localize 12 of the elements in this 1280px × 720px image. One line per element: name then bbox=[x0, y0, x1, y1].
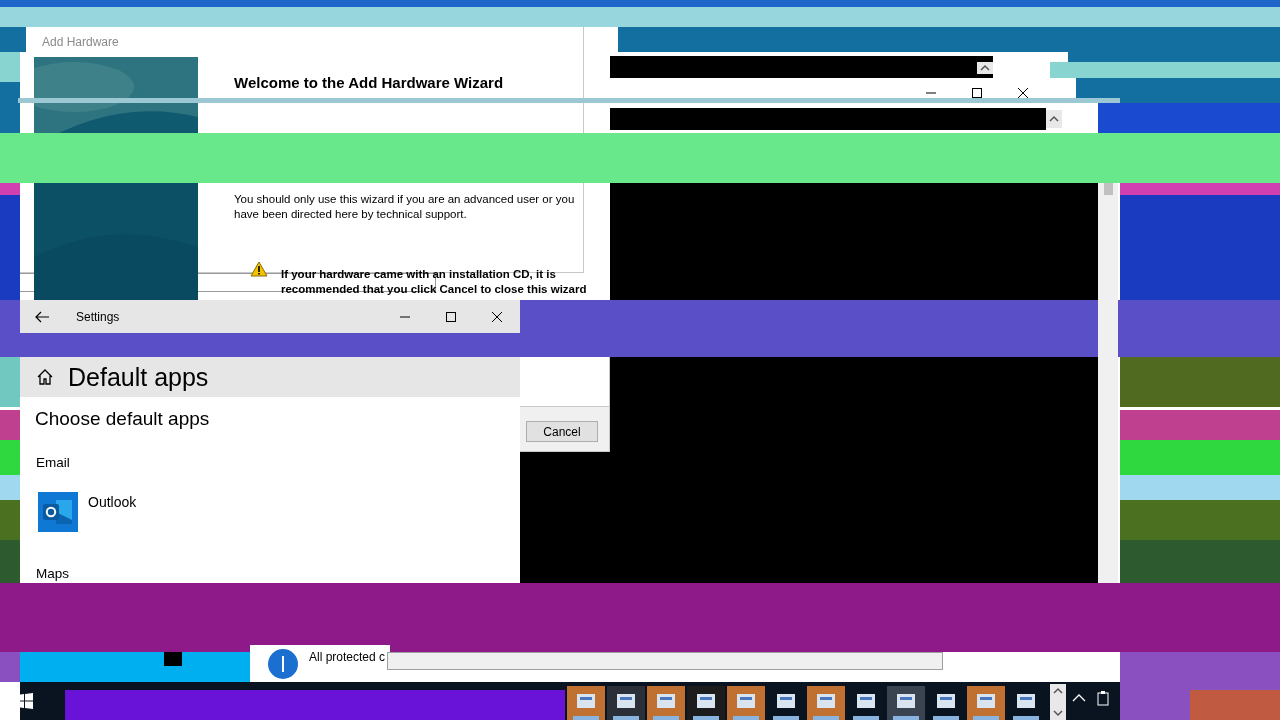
app-name[interactable]: Outlook bbox=[88, 494, 137, 510]
category-label: Maps bbox=[36, 566, 69, 581]
wizard-heading: Welcome to the Add Hardware Wizard bbox=[234, 74, 504, 91]
notification-text: All protected c bbox=[309, 650, 386, 664]
category-label: Email bbox=[36, 455, 70, 470]
page-title: Default apps bbox=[68, 362, 209, 392]
cancel-button[interactable]: Cancel bbox=[526, 421, 598, 442]
section-heading: Choose default apps bbox=[35, 408, 210, 430]
window-title: Settings bbox=[76, 309, 121, 324]
window-title: Add Hardware bbox=[42, 35, 119, 49]
warning-message: If your hardware came with an installation CD, it is recommended that you click Cancel to close this wizard bbox=[281, 267, 588, 297]
wizard-description: You should only use this wizard if you are an advanced user or you have been directed here by technical support. bbox=[234, 192, 576, 222]
